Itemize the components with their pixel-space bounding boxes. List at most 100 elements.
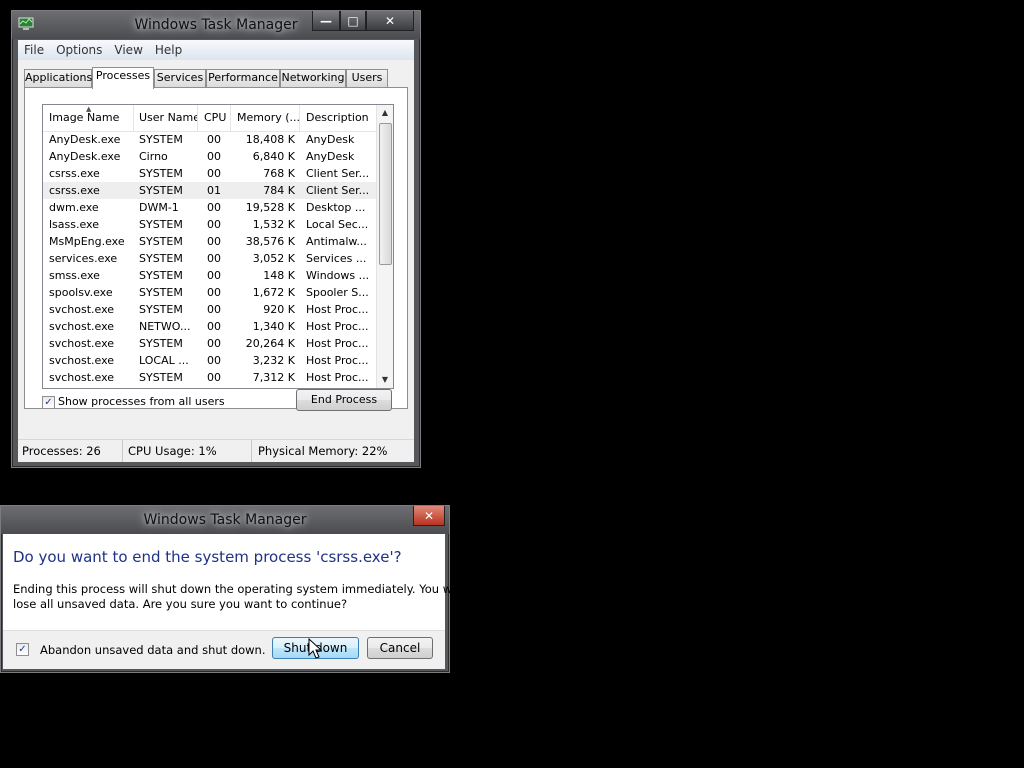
cell-cpu: 00 bbox=[207, 201, 221, 214]
menu-file[interactable]: File bbox=[18, 43, 50, 57]
table-row[interactable]: smss.exe SYSTEM 00 148 K Windows ... bbox=[43, 267, 376, 284]
abandon-data-checkbox[interactable]: ✓ bbox=[16, 643, 29, 656]
tab-applications[interactable]: Applications bbox=[24, 69, 92, 87]
cell-image-name: lsass.exe bbox=[49, 218, 99, 231]
cell-memory: 1,340 K bbox=[252, 320, 295, 333]
minimize-icon: — bbox=[320, 13, 332, 28]
table-row[interactable]: csrss.exe SYSTEM 00 768 K Client Ser... bbox=[43, 165, 376, 182]
table-row[interactable]: svchost.exe SYSTEM 00 7,312 K Host Proc... bbox=[43, 369, 376, 386]
cell-description: Client Ser... bbox=[306, 167, 370, 180]
column-memory[interactable]: Memory (... bbox=[231, 105, 300, 131]
cell-user-name: SYSTEM bbox=[139, 371, 183, 384]
table-row[interactable]: svchost.exe LOCAL ... 00 3,232 K Host Proc..… bbox=[43, 352, 376, 369]
table-row[interactable]: svchost.exe SYSTEM 00 920 K Host Proc... bbox=[43, 301, 376, 318]
cell-user-name: SYSTEM bbox=[139, 303, 183, 316]
end-process-button[interactable]: End Process bbox=[296, 389, 392, 411]
cell-memory: 1,672 K bbox=[252, 286, 295, 299]
cell-description: AnyDesk bbox=[306, 150, 355, 163]
cell-memory: 148 K bbox=[263, 269, 295, 282]
cell-cpu: 00 bbox=[207, 133, 221, 146]
checkmark-icon: ✓ bbox=[44, 397, 53, 408]
column-user-name[interactable]: User Name bbox=[133, 105, 198, 131]
table-row[interactable]: svchost.exe NETWO... 00 1,340 K Host Proc... bbox=[43, 318, 376, 335]
cell-description: Windows ... bbox=[306, 269, 370, 282]
scroll-thumb[interactable] bbox=[379, 123, 392, 265]
table-row[interactable]: dwm.exe DWM-1 00 19,528 K Desktop ... bbox=[43, 199, 376, 216]
cell-user-name: DWM-1 bbox=[139, 201, 179, 214]
cell-image-name: svchost.exe bbox=[49, 337, 115, 350]
menu-help[interactable]: Help bbox=[149, 43, 188, 57]
tab-services[interactable]: Services bbox=[154, 69, 206, 87]
tab-users[interactable]: Users bbox=[346, 69, 388, 87]
cell-image-name: smss.exe bbox=[49, 269, 100, 282]
cell-image-name: svchost.exe bbox=[49, 354, 115, 367]
cell-image-name: spoolsv.exe bbox=[49, 286, 113, 299]
tab-networking[interactable]: Networking bbox=[280, 69, 346, 87]
list-header: ▲ Image Name User Name CPU Memory (... D… bbox=[43, 105, 376, 132]
cell-cpu: 00 bbox=[207, 303, 221, 316]
table-row[interactable]: csrss.exe SYSTEM 01 784 K Client Ser... bbox=[43, 182, 376, 199]
cell-image-name: svchost.exe bbox=[49, 371, 115, 384]
menu-options[interactable]: Options bbox=[50, 43, 108, 57]
column-image-name[interactable]: Image Name bbox=[43, 105, 134, 131]
cell-cpu: 00 bbox=[207, 218, 221, 231]
table-row[interactable]: spoolsv.exe SYSTEM 00 1,672 K Spooler S... bbox=[43, 284, 376, 301]
cell-user-name: SYSTEM bbox=[139, 218, 183, 231]
show-all-users-checkbox[interactable]: ✓ bbox=[42, 396, 55, 409]
table-row[interactable]: AnyDesk.exe Cirno 00 6,840 K AnyDesk bbox=[43, 148, 376, 165]
table-row[interactable]: services.exe SYSTEM 00 3,052 K Services ... bbox=[43, 250, 376, 267]
close-button[interactable]: ✕ bbox=[366, 11, 414, 31]
table-row[interactable]: lsass.exe SYSTEM 00 1,532 K Local Sec... bbox=[43, 216, 376, 233]
dialog-title-bar[interactable]: Windows Task Manager ✕ bbox=[1, 506, 449, 534]
tab-performance[interactable]: Performance bbox=[206, 69, 280, 87]
cell-user-name: SYSTEM bbox=[139, 167, 183, 180]
minimize-button[interactable]: — bbox=[312, 11, 340, 31]
cell-cpu: 00 bbox=[207, 337, 221, 350]
title-bar[interactable]: Windows Task Manager — □ ✕ bbox=[12, 11, 420, 39]
cell-image-name: services.exe bbox=[49, 252, 118, 265]
cell-memory: 3,052 K bbox=[252, 252, 295, 265]
cell-user-name: SYSTEM bbox=[139, 184, 183, 197]
cell-description: Spooler S... bbox=[306, 286, 369, 299]
cell-cpu: 00 bbox=[207, 167, 221, 180]
cell-image-name: csrss.exe bbox=[49, 167, 100, 180]
scroll-up-icon[interactable]: ▲ bbox=[377, 105, 393, 121]
show-all-users-label: Show processes from all users bbox=[58, 395, 225, 408]
column-cpu[interactable]: CPU bbox=[198, 105, 231, 131]
cell-memory: 19,528 K bbox=[245, 201, 295, 214]
cell-description: Host Proc... bbox=[306, 320, 369, 333]
status-processes: Processes: 26 bbox=[18, 440, 123, 462]
cell-user-name: LOCAL ... bbox=[139, 354, 189, 367]
vertical-scrollbar[interactable]: ▲ ▼ bbox=[376, 105, 393, 388]
table-row[interactable]: MsMpEng.exe SYSTEM 00 38,576 K Antimalw... bbox=[43, 233, 376, 250]
table-row[interactable]: AnyDesk.exe SYSTEM 00 18,408 K AnyDesk bbox=[43, 131, 376, 148]
maximize-button[interactable]: □ bbox=[340, 11, 366, 31]
cell-cpu: 00 bbox=[207, 354, 221, 367]
cell-memory: 784 K bbox=[263, 184, 295, 197]
status-memory: Physical Memory: 22% bbox=[258, 444, 388, 458]
cell-memory: 6,840 K bbox=[252, 150, 295, 163]
cell-memory: 7,312 K bbox=[252, 371, 295, 384]
mouse-pointer-icon bbox=[308, 638, 323, 659]
cell-user-name: SYSTEM bbox=[139, 133, 183, 146]
menu-view[interactable]: View bbox=[108, 43, 148, 57]
dialog-close-button[interactable]: ✕ bbox=[413, 506, 445, 526]
cell-memory: 1,532 K bbox=[252, 218, 295, 231]
column-description[interactable]: Description bbox=[300, 105, 376, 131]
cancel-button[interactable]: Cancel bbox=[367, 637, 433, 659]
cell-description: AnyDesk bbox=[306, 133, 355, 146]
cell-image-name: MsMpEng.exe bbox=[49, 235, 125, 248]
cell-cpu: 01 bbox=[207, 184, 221, 197]
scroll-down-icon[interactable]: ▼ bbox=[377, 372, 393, 388]
dialog-message-line1: Ending this process will shut down the o… bbox=[13, 582, 462, 596]
process-list[interactable]: ▲ Image Name User Name CPU Memory (... D… bbox=[42, 104, 394, 389]
cell-image-name: svchost.exe bbox=[49, 320, 115, 333]
cell-description: Local Sec... bbox=[306, 218, 369, 231]
task-manager-window: Windows Task Manager — □ ✕ File Options … bbox=[11, 10, 421, 468]
tab-processes[interactable]: Processes bbox=[92, 67, 154, 89]
table-row[interactable]: svchost.exe SYSTEM 00 20,264 K Host Proc... bbox=[43, 335, 376, 352]
cell-user-name: NETWO... bbox=[139, 320, 191, 333]
cell-cpu: 00 bbox=[207, 320, 221, 333]
confirm-dialog: Windows Task Manager ✕ Do you want to en… bbox=[0, 505, 462, 673]
close-icon: ✕ bbox=[384, 13, 396, 28]
